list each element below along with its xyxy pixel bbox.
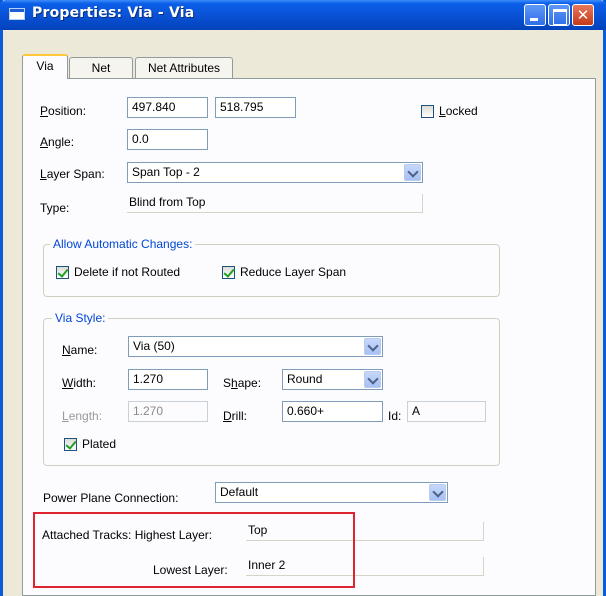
position-x-input[interactable]: 497.840: [127, 97, 208, 118]
position-label: Position:: [40, 104, 87, 118]
type-label: Type:: [40, 201, 70, 215]
power-plane-select[interactable]: Default: [215, 482, 448, 503]
tab-via[interactable]: Via: [22, 54, 68, 79]
angle-input[interactable]: 0.0: [127, 129, 208, 150]
layer-span-label: Layer Span:: [40, 167, 105, 181]
auto-changes-title: Allow Automatic Changes:: [50, 237, 196, 251]
shape-value: Round: [287, 372, 323, 386]
via-name-select[interactable]: Via (50): [128, 336, 383, 357]
drill-input[interactable]: 0.660+: [282, 401, 383, 422]
tab-net[interactable]: Net: [69, 57, 133, 79]
width-input[interactable]: 1.270: [128, 369, 208, 390]
power-plane-value: Default: [220, 485, 259, 499]
width-label: Width:: [62, 376, 97, 390]
locked-label: Locked: [439, 104, 478, 118]
layer-span-select[interactable]: Span Top - 2: [127, 162, 423, 183]
length-label: Length:: [62, 409, 103, 423]
angle-label: Angle:: [40, 135, 75, 149]
chevron-down-icon[interactable]: [364, 371, 381, 388]
via-name-value: Via (50): [133, 339, 175, 353]
delete-if-not-routed-checkbox[interactable]: [56, 266, 69, 279]
close-icon: ✕: [576, 6, 590, 24]
close-button[interactable]: ✕: [572, 4, 594, 26]
chevron-down-icon[interactable]: [364, 338, 381, 355]
highlight-box: [33, 512, 355, 588]
minimize-button[interactable]: [524, 4, 546, 26]
locked-checkbox[interactable]: [421, 105, 434, 118]
delete-if-not-routed-label: Delete if not Routed: [74, 265, 181, 279]
via-name-label: Name:: [62, 343, 98, 357]
reduce-layer-span-label: Reduce Layer Span: [240, 265, 347, 279]
shape-label: Shape:: [223, 376, 262, 390]
plated-label: Plated: [82, 437, 117, 451]
title-bar[interactable]: Properties: Via - Via ✕: [0, 0, 606, 30]
id-label: Id:: [388, 409, 402, 423]
length-input: 1.270: [128, 401, 208, 422]
tab-net-attributes[interactable]: Net Attributes: [135, 57, 233, 79]
drill-label: Drill:: [223, 409, 247, 423]
via-style-title: Via Style:: [52, 311, 109, 325]
shape-select[interactable]: Round: [282, 369, 383, 390]
plated-checkbox[interactable]: [64, 438, 77, 451]
chevron-down-icon[interactable]: [429, 484, 446, 501]
power-plane-label: Power Plane Connection:: [43, 491, 179, 505]
reduce-layer-span-checkbox[interactable]: [222, 266, 235, 279]
properties-dialog: Properties: Via - Via ✕ Via Net Net Attr…: [0, 0, 606, 596]
chevron-down-icon[interactable]: [404, 164, 421, 181]
layer-span-value: Span Top - 2: [132, 165, 200, 179]
maximize-button[interactable]: [548, 4, 570, 26]
window-title: Properties: Via - Via: [32, 5, 195, 21]
position-y-input[interactable]: 518.795: [215, 97, 296, 118]
window-icon: [9, 8, 25, 20]
type-value: Blind from Top: [127, 194, 423, 213]
id-input: A: [407, 401, 486, 422]
